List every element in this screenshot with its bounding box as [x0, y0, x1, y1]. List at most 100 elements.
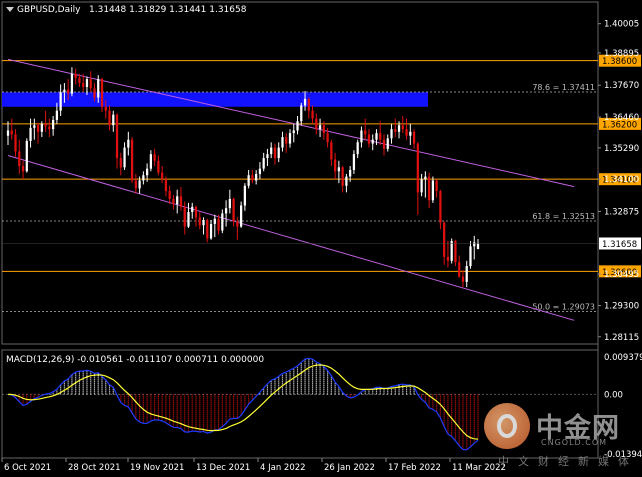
candle-body: [21, 166, 25, 172]
candle-body: [127, 139, 130, 148]
candle-body: [435, 180, 438, 192]
candle-body: [179, 196, 183, 207]
candle-body: [401, 125, 404, 130]
candle-body: [424, 176, 427, 180]
candle-body: [221, 213, 224, 231]
candle-body: [465, 266, 468, 282]
candle-body: [51, 119, 55, 130]
candle-body: [251, 175, 254, 181]
candle-body: [326, 133, 329, 143]
candle-body: [236, 221, 239, 227]
candle-body: [255, 173, 258, 181]
candle-body: [390, 129, 393, 139]
candle-body: [446, 256, 450, 261]
time-tick-label: 13 Dec 2021: [196, 463, 250, 473]
candle-body: [412, 131, 416, 144]
time-tick-label: 19 Nov 2021: [130, 463, 184, 473]
chart-ohlc-readout: 1.31448 1.31829 1.31441 1.31658: [89, 5, 247, 15]
candle-body: [138, 180, 141, 189]
candle-body: [364, 130, 367, 135]
candle-body: [176, 196, 179, 205]
candle-body: [367, 134, 371, 144]
candle-body: [375, 133, 378, 140]
candle-body: [296, 121, 299, 131]
candle-body: [194, 206, 198, 218]
candle-body: [345, 176, 348, 186]
candle-body: [273, 147, 277, 159]
candle-body: [266, 154, 269, 159]
candle-body: [228, 198, 231, 209]
candle-body: [405, 129, 408, 136]
candle-body: [59, 92, 62, 111]
candle-body: [337, 167, 341, 172]
candle-body: [409, 131, 412, 136]
candle-body: [439, 191, 442, 223]
candle-body: [232, 198, 235, 222]
candle-body: [70, 73, 74, 94]
candle-body: [217, 218, 220, 231]
time-tick-label: 17 Feb 2022: [388, 463, 441, 473]
candle-body: [285, 137, 288, 144]
candle-body: [112, 114, 115, 126]
price-tick-label: 1.34100: [604, 175, 639, 185]
candle-body: [29, 127, 32, 142]
candle-body: [303, 98, 307, 106]
candle-body: [97, 79, 100, 98]
candle-body: [153, 154, 156, 161]
price-tick-label: 1.30495: [604, 270, 639, 280]
supply-zone-layer: [2, 92, 428, 107]
time-tick-label: 26 Jan 2022: [324, 463, 375, 473]
candle-body: [281, 137, 284, 148]
candle-body: [33, 125, 36, 128]
candle-body: [330, 142, 333, 160]
price-tick-label: 1.40005: [604, 20, 639, 30]
candle-body: [104, 106, 107, 111]
candle-body: [85, 79, 89, 88]
candle-body: [461, 276, 465, 282]
watermark-domain: CNGOLD.COM: [541, 438, 608, 447]
time-tick-label: 28 Oct 2021: [68, 463, 121, 473]
candle-body: [6, 130, 10, 136]
price-tick-label: 1.29300: [604, 302, 639, 312]
candle-body: [172, 198, 175, 205]
candle-body: [382, 139, 386, 149]
candle-body: [44, 123, 47, 127]
candle-body: [379, 133, 382, 140]
candle-body: [183, 206, 186, 227]
candle-body: [63, 89, 66, 93]
candle-body: [300, 105, 303, 122]
candle-body: [40, 123, 43, 132]
candle-body: [243, 185, 247, 206]
candle-body: [443, 222, 446, 257]
candle-body: [89, 79, 92, 89]
current-price-label: 1.31658: [602, 240, 637, 250]
candle-body: [416, 143, 419, 193]
candle-body: [262, 158, 265, 169]
candle-body: [454, 241, 457, 263]
time-tick-label: 6 Oct 2021: [4, 463, 51, 473]
candle-body: [476, 243, 480, 249]
candle-body: [292, 130, 295, 134]
chart-symbol-label: GBPUSD,Daily: [17, 5, 81, 15]
candle-body: [213, 218, 216, 224]
candle-body: [130, 139, 134, 181]
candle-body: [239, 205, 243, 227]
candle-body: [123, 147, 126, 168]
candle-body: [307, 98, 310, 111]
candle-body: [473, 242, 476, 247]
candle-body: [224, 208, 228, 214]
supply-zone-rect: [2, 92, 428, 107]
candle-body: [202, 219, 205, 226]
watermark-tagline: 中文财经新媒体: [498, 455, 638, 468]
price-tick-label: 1.38895: [604, 49, 639, 59]
candle-body: [371, 139, 374, 144]
candle-body: [48, 126, 51, 130]
candle-body: [322, 125, 325, 134]
candle-body: [10, 130, 13, 135]
time-tick-label: 4 Jan 2022: [260, 463, 306, 473]
candle-body: [187, 212, 190, 227]
candle-body: [145, 168, 149, 176]
candle-body: [134, 180, 137, 189]
candle-body: [431, 180, 435, 201]
candle-body: [74, 73, 77, 78]
